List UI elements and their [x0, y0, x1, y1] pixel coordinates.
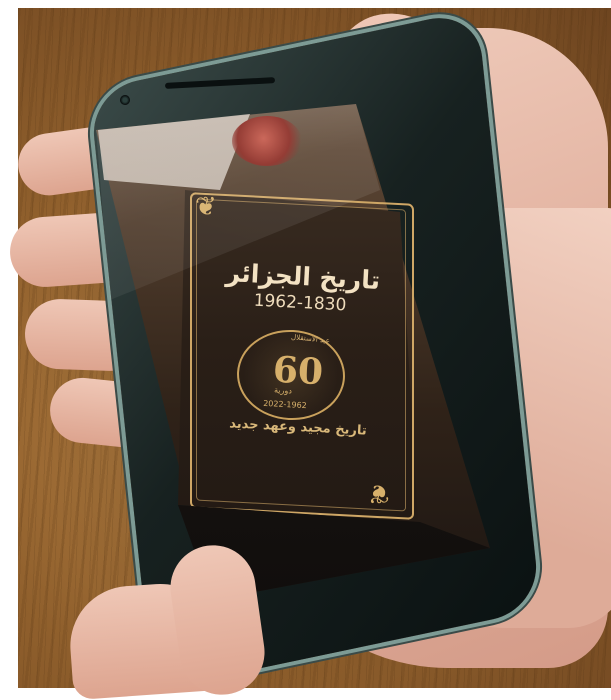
front-camera-icon — [120, 95, 130, 105]
smartphone: ❦ ❦ تاريخ الجزائر 1962-1830 عيد الاستقلا… — [0, 0, 611, 691]
corner-ornament-icon: ❦ — [368, 478, 390, 508]
